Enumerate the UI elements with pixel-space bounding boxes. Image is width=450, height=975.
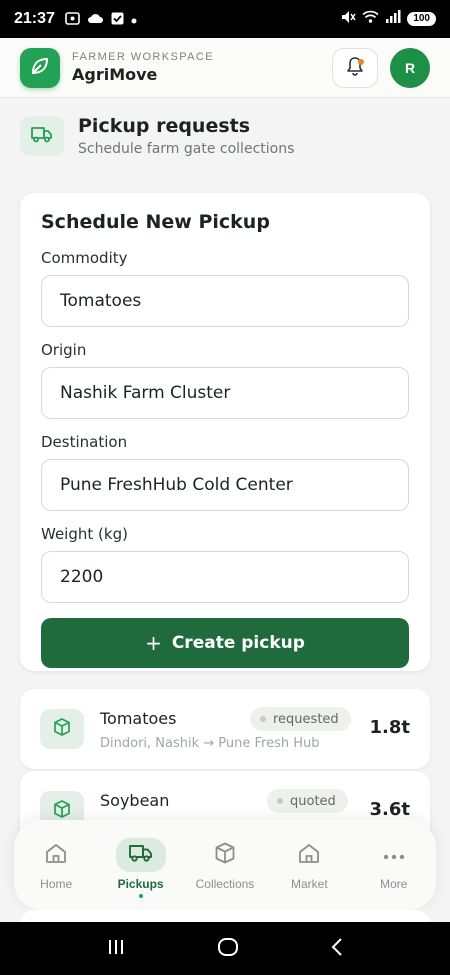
status-dot (260, 716, 266, 722)
status-badge: requested (250, 707, 351, 731)
create-pickup-button[interactable]: + Create pickup (41, 618, 409, 668)
nav-icon-wrap (31, 838, 81, 872)
notifications-button[interactable] (332, 47, 378, 88)
nav-icon-wrap (115, 838, 166, 872)
box-icon (52, 717, 72, 741)
page-title: Pickup requests (78, 115, 251, 137)
status-left-icons (65, 11, 137, 27)
app-logo (20, 47, 60, 88)
create-pickup-label: Create pickup (171, 633, 305, 653)
battery-indicator: 100 (407, 12, 436, 26)
system-nav-bar (0, 922, 450, 975)
nav-label-pickups: Pickups (117, 877, 164, 891)
home-circle-icon[interactable] (217, 936, 239, 962)
status-bar: 21:37 100 (0, 0, 450, 38)
commodity-label: Commodity (41, 249, 128, 267)
home-icon (44, 842, 68, 868)
page-heading: Pickup requests Schedule farm gate colle… (0, 98, 450, 174)
brand-subtitle: FARMER WORKSPACE (72, 51, 214, 63)
pickup-commodity: Soybean (100, 791, 170, 810)
schedule-pickup-form: Schedule New Pickup Commodity Origin Des… (20, 193, 430, 671)
more-dots-icon (382, 846, 406, 865)
nav-item-home[interactable]: Home (17, 838, 95, 891)
nav-label-market: Market (291, 877, 328, 891)
box-icon (213, 841, 237, 869)
origin-label: Origin (41, 341, 87, 359)
dot-icon (131, 13, 137, 26)
nav-label-home: Home (40, 877, 73, 891)
nav-item-pickups[interactable]: Pickups (102, 838, 180, 898)
active-indicator-dot (138, 894, 143, 898)
cloud-icon (87, 12, 104, 26)
back-icon[interactable] (330, 937, 344, 961)
heading-text: Pickup requests Schedule farm gate colle… (78, 115, 294, 157)
nav-item-market[interactable]: Market (270, 838, 348, 891)
nav-icon-wrap (369, 838, 419, 872)
mute-icon (340, 10, 356, 29)
recents-icon[interactable] (106, 937, 126, 961)
plus-icon: + (145, 631, 162, 655)
nav-label-more: More (380, 877, 408, 891)
leaf-icon (29, 55, 51, 81)
weight-label: Weight (kg) (41, 525, 128, 543)
origin-input[interactable] (41, 367, 409, 419)
pickup-weight: 3.6t (369, 799, 411, 820)
bottom-nav: Home Pickups Collections Market More (14, 820, 436, 910)
destination-label: Destination (41, 433, 128, 451)
wifi-icon (362, 10, 379, 28)
status-dot (277, 798, 283, 804)
truck-icon (30, 125, 54, 147)
status-label: quoted (290, 793, 336, 809)
status-badge: quoted (267, 789, 348, 813)
pickup-commodity: Tomatoes (100, 709, 177, 728)
status-time: 21:37 (14, 10, 55, 27)
pickup-card[interactable]: Tomatoes Dindori, Nashik → Pune Fresh Hu… (20, 689, 430, 769)
pickup-route: Dindori, Nashik → Pune Fresh Hub (100, 736, 320, 751)
signal-icon (385, 10, 401, 28)
market-icon (297, 842, 321, 868)
brand-text: FARMER WORKSPACE AgriMove (72, 51, 214, 84)
check-box-icon (111, 12, 124, 27)
nav-icon-wrap (284, 838, 334, 872)
destination-input[interactable] (41, 459, 409, 511)
page-subtitle: Schedule farm gate collections (78, 141, 295, 157)
nav-label-collections: Collections (195, 877, 255, 891)
weight-input[interactable] (41, 551, 409, 603)
avatar[interactable]: R (390, 47, 430, 88)
status-right-icons: 100 (340, 10, 436, 29)
brand-title: AgriMove (72, 65, 158, 84)
nav-icon-wrap (200, 838, 250, 872)
pickup-icon-wrap (40, 709, 84, 749)
notification-dot (358, 58, 364, 65)
pickup-weight: 1.8t (369, 717, 411, 738)
page-heading-icon (20, 116, 64, 156)
form-title: Schedule New Pickup (41, 211, 270, 233)
app-header: FARMER WORKSPACE AgriMove R (0, 38, 450, 98)
truck-icon (128, 843, 154, 867)
screen-record-icon (65, 11, 80, 27)
nav-item-more[interactable]: More (355, 838, 433, 891)
status-label: requested (273, 711, 339, 727)
nav-item-collections[interactable]: Collections (186, 838, 264, 891)
commodity-input[interactable] (41, 275, 409, 327)
